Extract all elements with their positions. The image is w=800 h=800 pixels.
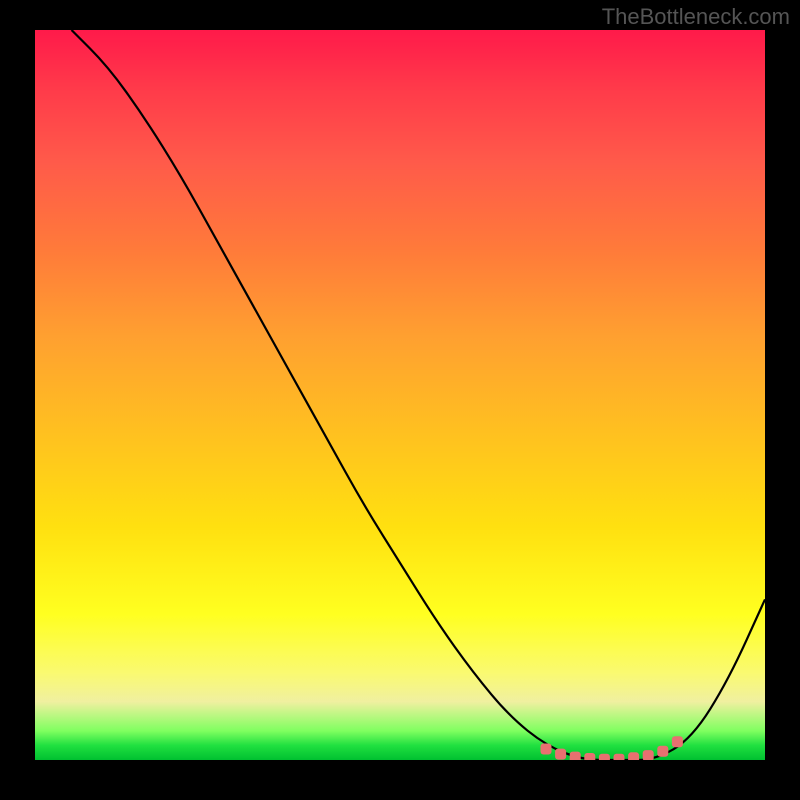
marker-point — [541, 744, 552, 755]
marker-point — [628, 752, 639, 760]
marker-point — [672, 736, 683, 747]
chart-plot-area — [35, 30, 765, 760]
marker-point — [584, 753, 595, 760]
marker-point — [643, 750, 654, 760]
markers-layer — [35, 30, 765, 760]
marker-point — [570, 752, 581, 760]
marker-point — [657, 746, 668, 757]
optimal-range-markers — [541, 736, 683, 760]
marker-point — [555, 749, 566, 760]
watermark-text: TheBottleneck.com — [602, 4, 790, 30]
marker-point — [614, 754, 625, 760]
marker-point — [599, 754, 610, 760]
